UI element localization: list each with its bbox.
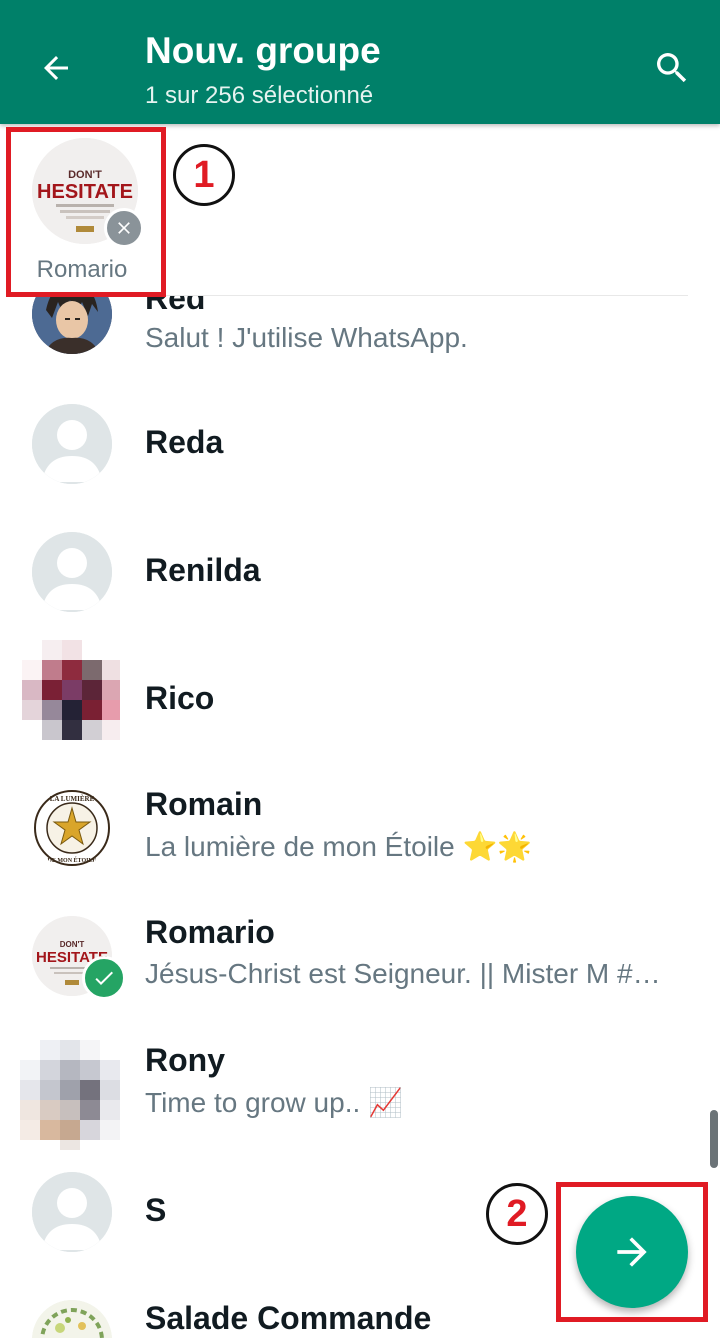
contact-name: Salade Commande [145, 1300, 432, 1336]
default-person-icon [32, 532, 112, 612]
contact-name: Rico [145, 680, 215, 716]
contact-name: Romain [145, 786, 263, 822]
logo-text: LA LUMIÈRE [50, 795, 95, 803]
list-item[interactable]: Rony Time to grow up.. 📈 [0, 1020, 720, 1150]
contact-name: S [145, 1192, 167, 1228]
selected-check-icon [82, 956, 126, 1000]
annotation-marker-1: 1 [173, 144, 235, 206]
default-person-icon [32, 1172, 112, 1252]
list-item[interactable]: DON'T HESITATE Romario Jésus-Christ est … [0, 892, 720, 1020]
contact-status: Salut ! J'utilise WhatsApp. [145, 322, 468, 353]
selection-count: 1 sur 256 sélectionné [145, 82, 374, 109]
annotation-box-1 [6, 127, 166, 297]
contact-status: La lumière de mon Étoile ⭐🌟 [145, 831, 533, 862]
scrollbar[interactable] [710, 1110, 718, 1168]
contact-name: Romario [145, 914, 275, 950]
logo-text: DON'T [60, 940, 85, 949]
contact-status: Time to grow up.. 📈 [145, 1087, 403, 1118]
star-logo-avatar: LA LUMIÈRE DE MON ÉTOILE [32, 788, 112, 868]
contact-name: Rony [145, 1042, 225, 1078]
avatar [22, 640, 120, 740]
logo-text: DE MON ÉTOILE [48, 856, 97, 864]
list-item[interactable]: Reda [0, 380, 720, 508]
contact-name: Renilda [145, 552, 261, 588]
annotation-box-2 [556, 1182, 708, 1322]
list-item[interactable]: Rico [0, 636, 720, 764]
page-title: Nouv. groupe [145, 30, 381, 71]
search-icon[interactable] [646, 42, 698, 94]
contact-name: Reda [145, 424, 224, 460]
default-person-icon [32, 404, 112, 484]
annotation-marker-2: 2 [486, 1183, 548, 1245]
app-bar: Nouv. groupe 1 sur 256 sélectionné [0, 0, 720, 124]
back-arrow-icon[interactable] [30, 42, 82, 94]
list-item[interactable]: Renilda [0, 508, 720, 636]
avatar [32, 1300, 112, 1338]
contact-status: Jésus-Christ est Seigneur. || Mister M #… [145, 958, 661, 989]
avatar [20, 1040, 120, 1150]
list-item[interactable]: LA LUMIÈRE DE MON ÉTOILE Romain La lumiè… [0, 764, 720, 892]
